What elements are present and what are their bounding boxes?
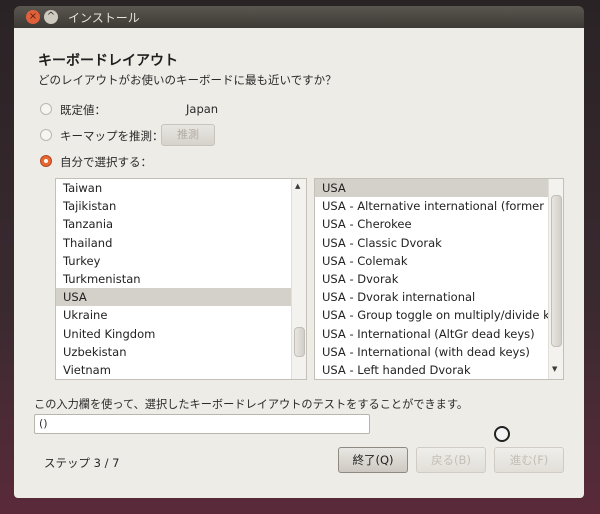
layout-list-item[interactable]: USA - International (with dead keys) xyxy=(315,343,563,361)
forward-button[interactable]: 進む(F) xyxy=(494,447,564,473)
detect-button[interactable]: 推測 xyxy=(161,124,215,146)
layout-scroll-thumb[interactable] xyxy=(551,195,562,347)
keyboard-test-input[interactable]: () xyxy=(34,414,370,434)
default-label: 既定値： xyxy=(60,103,106,117)
country-list-item[interactable]: Taiwan xyxy=(56,179,306,197)
country-list-item[interactable]: Ukraine xyxy=(56,306,306,324)
close-icon[interactable]: × xyxy=(26,10,40,24)
layout-items: USA USA - Alternative international (form… xyxy=(315,179,563,379)
layout-list-item[interactable]: USA - International (AltGr dead keys) xyxy=(315,325,563,343)
page-question: どのレイアウトがお使いのキーボードに最も近いですか？ xyxy=(38,73,337,87)
page-title: キーボードレイアウト xyxy=(38,53,178,69)
country-list-item[interactable]: United Kingdom xyxy=(56,325,306,343)
back-button[interactable]: 戻る(B) xyxy=(416,447,486,473)
country-scroll-thumb[interactable] xyxy=(294,327,305,357)
window-title: インストール xyxy=(68,11,140,25)
country-list[interactable]: Taiwan Tajikistan Tanzania Thailand Turkey Tu… xyxy=(55,178,307,380)
country-list-item[interactable]: Thailand xyxy=(56,234,306,252)
quit-button[interactable]: 終了(Q) xyxy=(338,447,408,473)
layout-list-item[interactable]: USA - Dvorak xyxy=(315,270,563,288)
layout-list-item[interactable]: USA - Dvorak international xyxy=(315,288,563,306)
default-radio[interactable] xyxy=(40,103,52,115)
country-list-item[interactable]: Tajikistan xyxy=(56,197,306,215)
country-list-item[interactable]: Uzbekistan xyxy=(56,343,306,361)
layout-list-item[interactable]: USA - Left handed Dvorak xyxy=(315,361,563,379)
country-scrollbar[interactable]: ▲ xyxy=(291,179,306,379)
layout-list-item[interactable]: USA - Alternative international (former … xyxy=(315,197,563,215)
scroll-up-icon[interactable]: ▲ xyxy=(295,182,300,190)
manual-radio[interactable] xyxy=(40,155,52,167)
scroll-down-icon[interactable]: ▼ xyxy=(552,365,557,373)
country-items: Taiwan Tajikistan Tanzania Thailand Turkey Tu… xyxy=(56,179,306,379)
test-hint: この入力欄を使って、選択したキーボードレイアウトのテストをすることができます。 xyxy=(34,398,469,411)
layout-scrollbar[interactable]: ▼ xyxy=(548,179,563,379)
country-list-item[interactable]: Tanzania xyxy=(56,215,306,233)
default-value: Japan xyxy=(186,102,219,116)
country-list-item[interactable]: Turkmenistan xyxy=(56,270,306,288)
layout-list-item[interactable]: USA xyxy=(315,179,563,198)
window-titlebar[interactable]: × ^ インストール xyxy=(14,6,584,28)
detect-label: キーマップを推測： xyxy=(60,129,164,143)
detect-option-row[interactable]: キーマップを推測： 推測 xyxy=(40,124,215,146)
country-list-item[interactable]: USA xyxy=(56,288,306,307)
default-option-row[interactable]: 既定値： Japan xyxy=(40,102,218,118)
busy-cursor-icon xyxy=(494,426,510,442)
layout-list-item[interactable]: USA - Cherokee xyxy=(315,215,563,233)
step-indicator: ステップ 3 / 7 xyxy=(44,456,120,470)
country-list-item[interactable]: Turkey xyxy=(56,252,306,270)
detect-radio[interactable] xyxy=(40,129,52,141)
manual-label: 自分で選択する： xyxy=(60,155,152,169)
layout-list[interactable]: USA USA - Alternative international (form… xyxy=(314,178,564,380)
minimize-icon[interactable]: ^ xyxy=(44,10,58,24)
layout-list-item[interactable]: USA - Classic Dvorak xyxy=(315,234,563,252)
layout-list-item[interactable]: USA - Group toggle on multiply/divide ke… xyxy=(315,306,563,324)
manual-option-row[interactable]: 自分で選択する： xyxy=(40,154,152,170)
layout-list-item[interactable]: USA - Colemak xyxy=(315,252,563,270)
country-list-item[interactable]: Vietnam xyxy=(56,361,306,379)
